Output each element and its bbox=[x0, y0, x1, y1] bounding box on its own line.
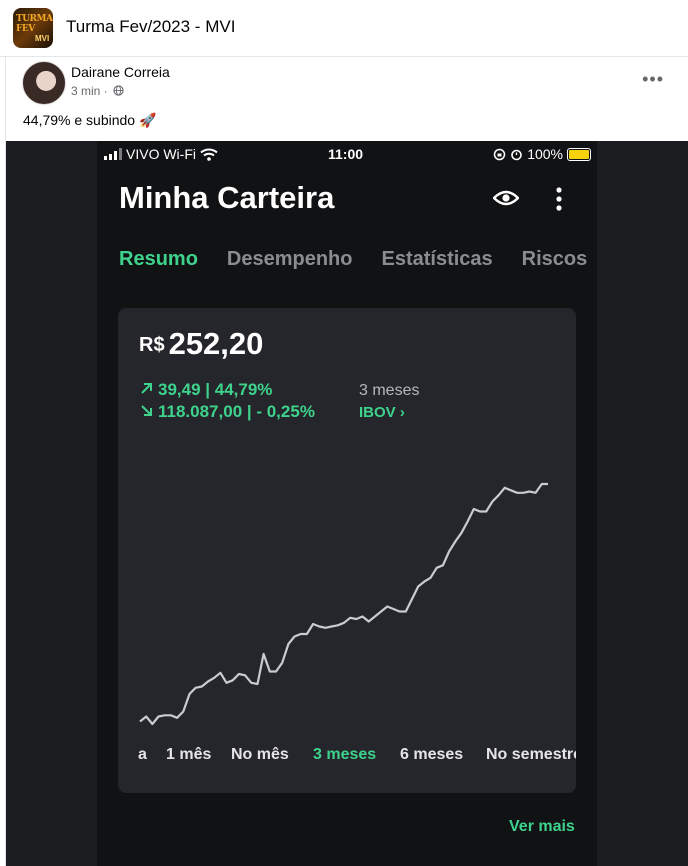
tab-estatisticas[interactable]: Estatísticas bbox=[382, 248, 493, 271]
wifi-icon bbox=[200, 148, 218, 161]
portfolio-card: R$ 252,20 39,49 | 44,79% 118.087,00 | - 0… bbox=[118, 308, 576, 793]
post-meta: 3 min · bbox=[71, 84, 124, 98]
phone-screenshot: VIVO Wi-Fi 11:00 100% Minha Carteira Res… bbox=[97, 141, 597, 866]
lock-rotation-icon bbox=[493, 148, 506, 160]
portfolio-line bbox=[139, 482, 548, 726]
signal-icon bbox=[104, 148, 122, 160]
post-card: Dairane Correia 3 min · ••• 44,79% e sub… bbox=[5, 57, 688, 866]
performance-chart bbox=[139, 482, 548, 726]
range-option[interactable]: 3 meses bbox=[313, 746, 376, 764]
battery-percent: 100% bbox=[527, 146, 563, 162]
tab-resumo[interactable]: Resumo bbox=[119, 248, 198, 271]
tabs: Resumo Desempenho Estatísticas Riscos bbox=[119, 248, 597, 278]
group-avatar-badge: MVI bbox=[35, 34, 50, 43]
globe-icon bbox=[113, 85, 124, 96]
range-option[interactable]: No semestre bbox=[486, 746, 576, 764]
post-time[interactable]: 3 min · bbox=[71, 84, 108, 98]
author-name[interactable]: Dairane Correia bbox=[71, 64, 170, 80]
arrow-down-right-icon bbox=[140, 402, 158, 422]
ibov-change: 118.087,00 | - 0,25% bbox=[158, 402, 315, 421]
balance-value: 252,20 bbox=[168, 326, 264, 361]
eye-icon[interactable] bbox=[493, 189, 519, 207]
arrow-up-right-icon bbox=[140, 380, 158, 400]
range-option[interactable]: 1 mês bbox=[166, 746, 211, 764]
portfolio-change: 39,49 | 44,79% bbox=[158, 380, 273, 399]
currency-symbol: R$ bbox=[139, 334, 165, 356]
carrier-label: VIVO Wi-Fi bbox=[126, 146, 196, 162]
group-avatar[interactable]: TURMA FEV MVI bbox=[13, 8, 53, 48]
ibov-change-row: 118.087,00 | - 0,25% bbox=[140, 402, 315, 422]
group-header: TURMA FEV MVI Turma Fev/2023 - MVI bbox=[0, 0, 688, 57]
period-label: 3 meses bbox=[359, 382, 420, 399]
more-vertical-icon[interactable] bbox=[552, 186, 566, 212]
alarm-icon bbox=[511, 149, 522, 160]
range-option[interactable]: a bbox=[138, 746, 147, 764]
range-option[interactable]: 6 meses bbox=[400, 746, 463, 764]
status-bar: VIVO Wi-Fi 11:00 100% bbox=[97, 141, 597, 167]
balance: R$ 252,20 bbox=[139, 326, 263, 362]
battery-icon bbox=[567, 147, 591, 161]
ibov-link[interactable]: IBOV › bbox=[359, 404, 405, 421]
post-image[interactable]: VIVO Wi-Fi 11:00 100% Minha Carteira Res… bbox=[6, 141, 688, 866]
post-text: 44,79% e subindo 🚀 bbox=[23, 112, 157, 128]
range-option[interactable]: No mês bbox=[231, 746, 289, 764]
tab-desempenho[interactable]: Desempenho bbox=[227, 248, 353, 271]
author-avatar[interactable] bbox=[22, 61, 66, 105]
range-selector: a 1 mês No mês 3 meses 6 meses No semestre bbox=[118, 746, 576, 770]
ver-mais-link[interactable]: Ver mais bbox=[509, 818, 575, 836]
portfolio-change-row: 39,49 | 44,79% bbox=[140, 380, 272, 400]
more-options-button[interactable]: ••• bbox=[642, 69, 664, 90]
page-title: Minha Carteira bbox=[119, 180, 335, 215]
group-avatar-text: TURMA FEV bbox=[16, 14, 53, 34]
status-time: 11:00 bbox=[328, 146, 364, 162]
tab-riscos[interactable]: Riscos bbox=[522, 248, 588, 271]
group-name[interactable]: Turma Fev/2023 - MVI bbox=[66, 17, 235, 37]
